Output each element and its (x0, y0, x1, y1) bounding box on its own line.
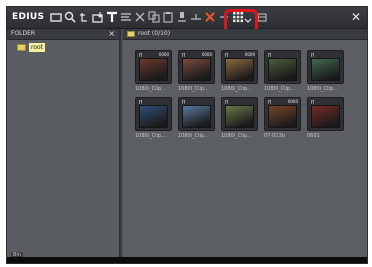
clip-marker-icon: ∏ (311, 99, 315, 104)
folder-panel-close-icon[interactable]: × (108, 29, 115, 39)
clip-panel-title: root (0/10) (138, 30, 171, 37)
clip-frame: ∏ (307, 50, 344, 84)
align-icon[interactable] (119, 10, 133, 24)
clip-marker-icon: ∏ (139, 52, 143, 57)
clip-name: 1080i_Clip... (178, 133, 209, 139)
clip-timecode: 0000 (287, 99, 298, 104)
clip-timecode: 0000 (158, 52, 169, 57)
clip-frame: ∏ (221, 97, 258, 131)
tree-item-label: root (29, 43, 46, 52)
clip-thumbnail (311, 105, 340, 128)
clip-marker-icon: ∏ (182, 99, 186, 104)
paste-icon[interactable] (161, 10, 175, 24)
view-toggle-icon[interactable] (217, 10, 231, 24)
clip-thumbnail (139, 58, 168, 81)
clip-info-bar: ∏ (180, 99, 213, 104)
clip-thumbnail (182, 58, 211, 81)
clip-info-bar: ∏ (309, 99, 342, 104)
clip-item[interactable]: ∏ 1080i_Clip... (178, 97, 215, 141)
folder-panel: FOLDER × root (7, 29, 121, 257)
clip-name: 1080i_Clip... (221, 86, 252, 92)
status-strip (7, 257, 367, 263)
clip-marker-icon: ∏ (225, 99, 229, 104)
clip-panel-header: root (0/10) (123, 29, 367, 40)
clip-frame: ∏ 0000 (178, 50, 215, 84)
clip-info-bar: ∏ 0000 (137, 52, 170, 57)
tree-item-root[interactable]: root (17, 43, 77, 53)
clip-item[interactable]: ∏ 1080i_Clip... (135, 97, 172, 141)
clip-marker-icon: ∏ (225, 52, 229, 57)
clip-thumbnail (182, 105, 211, 128)
clip-item[interactable]: ∏ 0000 1080i_Clip... (178, 50, 215, 94)
clip-marker-icon: ∏ (268, 99, 272, 104)
clip-item[interactable]: ∏ 0000 07-013b (264, 97, 301, 141)
clip-frame: ∏ (307, 97, 344, 131)
clip-info-bar: ∏ (223, 99, 256, 104)
cut-icon[interactable] (133, 10, 147, 24)
clip-info-bar: ∏ (266, 52, 299, 57)
clip-info-bar: ∏ (137, 99, 170, 104)
in-out-icon[interactable] (189, 10, 203, 24)
clip-name: 1080i_Clip... (264, 86, 295, 92)
clip-frame: ∏ 0000 (264, 97, 301, 131)
clip-item[interactable]: ∏ 0601 (307, 97, 344, 141)
clip-info-bar: ∏ (309, 52, 342, 57)
clip-name: 1080i_Clip... (178, 86, 209, 92)
clip-item[interactable]: ∏ 1080i_Clip... (221, 97, 258, 141)
app-logo: EDIUS (12, 12, 45, 22)
text-icon[interactable] (77, 10, 91, 24)
clip-info-bar: ∏ 0000 (180, 52, 213, 57)
clip-marker-icon: ∏ (311, 52, 315, 57)
delete-icon[interactable] (203, 10, 217, 24)
clip-marker-icon: ∏ (182, 52, 186, 57)
clip-item[interactable]: ∏ 0000 1080i_Clip... (221, 50, 258, 94)
clip-info-bar: ∏ 0000 (223, 52, 256, 57)
clip-item[interactable]: ∏ 0000 1080i_Clip... (135, 50, 172, 94)
import-icon[interactable] (91, 10, 105, 24)
clip-item[interactable]: ∏ 1080i_Clip... (307, 50, 344, 94)
clip-timecode: 0000 (244, 52, 255, 57)
clip-name: 07-013b (264, 133, 285, 139)
clip-name: 0601 (307, 133, 320, 139)
clip-thumbnail (225, 58, 254, 81)
clip-frame: ∏ 0000 (135, 50, 172, 84)
toolbar: EDIUS ✕ (7, 7, 367, 29)
clip-thumbnail (225, 105, 254, 128)
clip-marker-icon: ∏ (268, 52, 272, 57)
clip-panel: root (0/10) ∏ 0000 1080i_Clip... ∏ 0000 1080i… (123, 29, 367, 257)
new-bin-icon[interactable] (49, 10, 63, 24)
clip-item[interactable]: ∏ 1080i_Clip... (264, 50, 301, 94)
clip-name: 1080i_Clip... (135, 133, 166, 139)
clip-timecode: 0000 (201, 52, 212, 57)
clip-name: 1080i_Clip... (307, 86, 338, 92)
folder-panel-header: FOLDER × (7, 29, 119, 40)
clip-thumbnail (268, 58, 297, 81)
clip-name: 1080i_Clip... (135, 86, 166, 92)
clip-frame: ∏ 0000 (221, 50, 258, 84)
list-icon[interactable] (255, 10, 269, 24)
clip-frame: ∏ (135, 97, 172, 131)
clip-frame: ∏ (264, 50, 301, 84)
title-icon[interactable] (105, 10, 119, 24)
clip-thumbnail (139, 105, 168, 128)
folder-panel-title: FOLDER (11, 30, 36, 37)
clip-frame: ∏ (178, 97, 215, 131)
chevron-down-icon[interactable] (244, 10, 252, 24)
clip-name: 1080i_Clip... (221, 133, 252, 139)
search-icon[interactable] (63, 10, 77, 24)
clip-thumbnail (268, 105, 297, 128)
close-icon[interactable]: ✕ (350, 10, 362, 24)
thumbnail-view-icon[interactable] (231, 10, 245, 24)
folder-icon (127, 31, 135, 37)
bin-window: EDIUS ✕ FOLDER × root root (0/10) ∏ 0000… (6, 6, 368, 264)
copy-icon[interactable] (147, 10, 161, 24)
marker-icon[interactable] (175, 10, 189, 24)
clip-info-bar: ∏ 0000 (266, 99, 299, 104)
clip-marker-icon: ∏ (139, 99, 143, 104)
folder-icon (17, 44, 26, 51)
clip-thumbnail (311, 58, 340, 81)
